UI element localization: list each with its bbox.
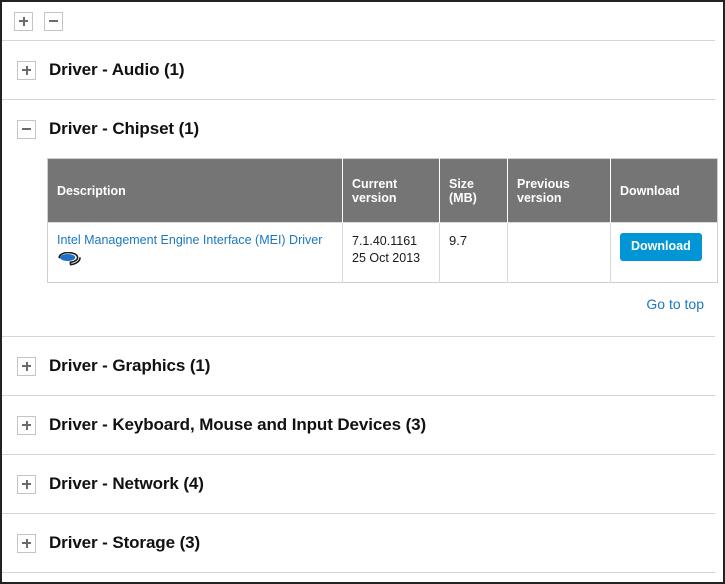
section-header-audio[interactable]: Driver - Audio (1) — [2, 41, 723, 99]
column-header-download: Download — [610, 158, 718, 223]
section-toggle-audio[interactable] — [17, 60, 36, 80]
go-to-top-link[interactable]: Go to top — [646, 296, 704, 312]
cell-download: Download — [610, 222, 718, 283]
expand-all-button[interactable] — [14, 11, 33, 31]
section-toggle-keyboard-mouse-input[interactable] — [17, 415, 36, 435]
section-title-storage: Driver - Storage (3) — [49, 533, 201, 552]
section-header-chipset[interactable]: Driver - Chipset (1) — [2, 100, 723, 158]
release-date-value: 25 Oct 2013 — [352, 250, 421, 265]
section-title-keyboard-mouse-input: Driver - Keyboard, Mouse and Input Devic… — [49, 415, 427, 434]
drivers-table: Description Current version Size (MB) Pr… — [47, 158, 718, 283]
driver-description-link[interactable]: Intel Management Engine Interface (MEI) … — [57, 233, 333, 249]
go-to-top-wrap: Go to top — [47, 283, 714, 314]
cell-previous-version — [507, 222, 611, 283]
minus-icon — [22, 125, 31, 134]
download-button[interactable]: Download — [620, 233, 702, 261]
section-toggle-network[interactable] — [17, 474, 36, 494]
driver-download-page: Driver - Audio (1) Driver - Chipset (1) … — [0, 0, 725, 584]
panel-spacer — [47, 314, 714, 336]
plus-icon — [22, 420, 31, 430]
driver-disc-icon — [57, 251, 81, 267]
section-title-graphics: Driver - Graphics (1) — [49, 356, 211, 375]
section-title-audio: Driver - Audio (1) — [49, 60, 185, 79]
section-toggle-graphics[interactable] — [17, 356, 36, 376]
plus-icon — [22, 538, 31, 548]
section-header-storage[interactable]: Driver - Storage (3) — [2, 514, 723, 572]
column-header-previous-version: Previous version — [507, 158, 611, 223]
column-header-description: Description — [47, 158, 343, 223]
plus-icon — [22, 361, 31, 371]
current-version-value: 7.1.40.1161 — [352, 234, 418, 248]
section-toggle-storage[interactable] — [17, 533, 36, 553]
table-row: Intel Management Engine Interface (MEI) … — [47, 222, 718, 283]
column-header-current-version: Current version — [342, 158, 440, 223]
cell-current-version: 7.1.40.1161 25 Oct 2013 — [342, 222, 440, 283]
column-header-size: Size (MB) — [439, 158, 508, 223]
section-header-graphics[interactable]: Driver - Graphics (1) — [2, 337, 723, 395]
plus-icon — [22, 65, 31, 75]
section-panel-chipset: Description Current version Size (MB) Pr… — [2, 158, 723, 336]
expand-collapse-toolbar — [2, 2, 723, 40]
section-toggle-chipset[interactable] — [17, 119, 36, 139]
cell-description: Intel Management Engine Interface (MEI) … — [47, 222, 343, 283]
plus-icon — [19, 16, 28, 26]
section-header-keyboard-mouse-input[interactable]: Driver - Keyboard, Mouse and Input Devic… — [2, 396, 723, 454]
section-title-network: Driver - Network (4) — [49, 474, 204, 493]
divider — [2, 572, 715, 573]
section-title-chipset: Driver - Chipset (1) — [49, 119, 200, 138]
section-header-network[interactable]: Driver - Network (4) — [2, 455, 723, 513]
plus-icon — [22, 479, 31, 489]
cell-size: 9.7 — [439, 222, 508, 283]
table-body: Intel Management Engine Interface (MEI) … — [47, 222, 718, 283]
table-header-row: Description Current version Size (MB) Pr… — [47, 158, 718, 223]
minus-icon — [49, 17, 58, 26]
table-head: Description Current version Size (MB) Pr… — [47, 158, 718, 223]
collapse-all-button[interactable] — [44, 11, 63, 31]
